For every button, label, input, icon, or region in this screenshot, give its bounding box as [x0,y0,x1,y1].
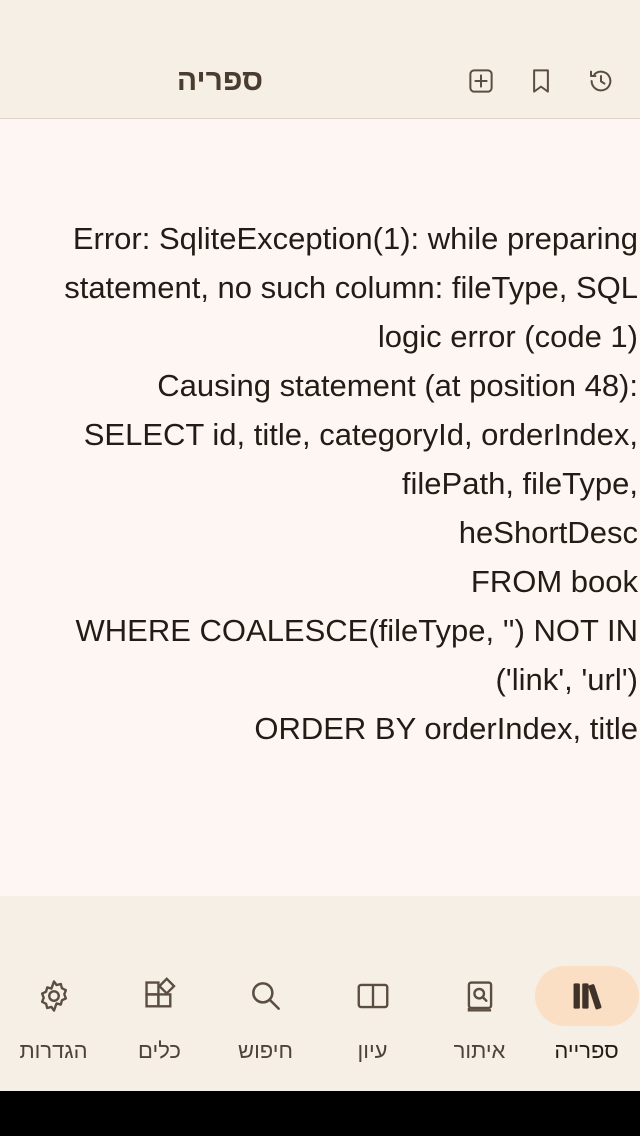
bookmark-icon [533,69,549,93]
gear-icon [40,980,67,1012]
find-book-icon [467,981,492,1012]
tools-icon [144,977,176,1008]
bottom-navigation: ספרייה איתור עיון חיפוש כלים הגדרות [0,896,640,1091]
error-message: Error: SqliteException(1): while prepari… [64,221,638,746]
search-icon [251,982,280,1010]
bookmark-button[interactable] [523,63,559,99]
add-button[interactable] [463,63,499,99]
add-box-icon [469,69,493,93]
nav-item-tools[interactable]: כלים [106,966,213,1076]
nav-item-search[interactable]: חיפוש [212,966,319,1076]
open-book-icon [357,983,388,1009]
nav-item-settings[interactable]: הגדרות [0,966,107,1076]
status-bar [0,0,640,44]
library-books-icon [573,983,601,1010]
nav-label-tools: כלים [138,1038,181,1063]
history-icon [590,70,612,92]
history-button[interactable] [583,63,619,99]
nav-label-search: חיפוש [238,1038,293,1063]
nav-label-reading: עיון [357,1038,388,1063]
page-title: ספריה [176,64,264,97]
system-navigation-bar [0,1091,640,1136]
nav-label-settings: הגדרות [19,1038,88,1063]
app-bar: ספריה [0,44,640,119]
main-content: Error: SqliteException(1): while prepari… [0,120,640,896]
nav-label-library: ספרייה [554,1038,619,1063]
nav-item-library[interactable]: ספרייה [533,966,640,1076]
nav-label-find: איתור [453,1038,506,1063]
nav-item-find[interactable]: איתור [426,966,533,1076]
nav-item-reading[interactable]: עיון [319,966,426,1076]
